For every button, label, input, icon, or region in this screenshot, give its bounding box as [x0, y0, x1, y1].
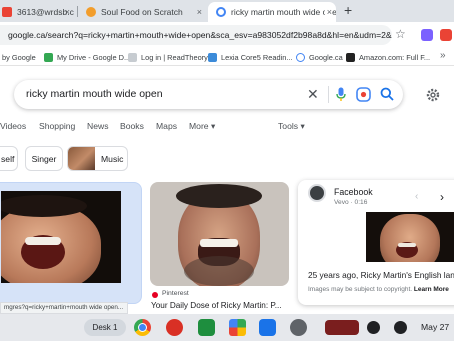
screen-record-icon[interactable] [367, 321, 380, 334]
extension-icon[interactable] [421, 29, 433, 41]
chip-music[interactable]: Music [67, 146, 128, 171]
status-url-text: mgres?q=ricky+martin+mouth wide open... [4, 304, 124, 311]
bookmark-item[interactable]: Lexia Core5 Readin... [208, 51, 293, 63]
copyright-text: Images may be subject to copyright. [308, 286, 413, 293]
copyright-notice: Images may be subject to copyright. Lear… [308, 286, 449, 293]
lexia-icon [208, 52, 217, 62]
bookmark-item[interactable]: Google.ca [296, 51, 343, 63]
settings-icon[interactable] [290, 319, 307, 336]
bookmark-item[interactable]: by Google [2, 51, 36, 63]
chip-self[interactable]: self [0, 146, 18, 171]
tab-separator [77, 6, 78, 17]
search-box[interactable]: ricky martin mouth wide open ✕ [14, 80, 403, 109]
tab-shopping[interactable]: Shopping [39, 121, 75, 131]
chip-label: Singer [31, 153, 57, 164]
taskbar: Desk 1 May 27 [0, 314, 454, 341]
clear-icon[interactable]: ✕ [307, 86, 319, 103]
tab-strip: 3613@wrdsb.ca × Soul Food on Scratch × r… [0, 0, 454, 22]
toolbar: google.ca/search?q=ricky+martin+mouth+wi… [0, 22, 454, 48]
facebook-icon [308, 184, 326, 202]
close-icon[interactable]: × [197, 7, 202, 17]
preview-panel: Facebook Vevo · 0:16 ‹ › 25 years ago, R… [298, 180, 454, 305]
bookmark-label: My Drive - Google D... [57, 52, 131, 62]
tab-label: ricky martin mouth wide ope [231, 7, 336, 17]
bookmark-item[interactable]: My Drive - Google D... [44, 51, 130, 63]
preview-caption: 25 years ago, Ricky Martin's English lan… [308, 270, 454, 280]
search-icon[interactable] [380, 87, 394, 101]
tools-button[interactable]: Tools ▾ [278, 121, 305, 132]
chip-singer[interactable]: Singer [25, 146, 63, 171]
google-icon [296, 52, 305, 62]
bookmark-label: Log in | ReadTheory [141, 52, 208, 62]
play-store-icon[interactable] [229, 319, 246, 336]
result-thumbnail [150, 182, 289, 286]
bookmark-label: Google.ca [309, 52, 343, 62]
address-bar[interactable]: google.ca/search?q=ricky+martin+mouth+wi… [0, 25, 392, 45]
bookmarks-bar: by Google My Drive - Google D... Log in … [0, 48, 454, 66]
next-arrow-icon[interactable]: › [440, 190, 444, 204]
tab-google-search[interactable]: ricky martin mouth wide ope × [208, 2, 336, 22]
close-icon[interactable]: × [324, 7, 332, 17]
chip-label: Music [101, 153, 124, 164]
bookmark-label: Lexia Core5 Readin... [221, 52, 293, 62]
preview-source[interactable]: Facebook [334, 187, 373, 197]
microphone-icon[interactable] [336, 87, 346, 102]
preview-subtitle: Vevo · 0:16 [334, 199, 368, 206]
more-bookmarks-icon[interactable]: » [440, 50, 446, 61]
search-query[interactable]: ricky martin mouth wide open [26, 88, 163, 100]
gmail-icon [2, 7, 12, 17]
tab-news[interactable]: News [87, 121, 109, 131]
tab-email[interactable]: 3613@wrdsb.ca × [0, 2, 74, 22]
learn-more-link[interactable]: Learn More [414, 286, 449, 293]
divider [328, 86, 329, 103]
result-thumbnail [1, 191, 121, 283]
chrome-icon[interactable] [134, 319, 151, 336]
roblox-icon[interactable] [325, 320, 359, 335]
settings-gear-icon[interactable] [426, 88, 440, 102]
stop-icon[interactable] [394, 321, 407, 334]
new-tab-button[interactable]: + [344, 2, 352, 18]
image-result[interactable]: Pinterest Your Daily Dose of Ricky Marti… [150, 182, 290, 312]
tab-maps[interactable]: Maps [156, 121, 177, 131]
bookmark-item[interactable]: Amazon.com: Full F... [346, 51, 430, 63]
desk-button[interactable]: Desk 1 [84, 319, 126, 336]
lens-icon[interactable] [356, 87, 371, 102]
tab-books[interactable]: Books [120, 121, 144, 131]
tab-soul-food[interactable]: Soul Food on Scratch × [80, 2, 206, 22]
amazon-icon [346, 52, 355, 62]
extension-puzzle-icon[interactable] [440, 29, 452, 41]
pinterest-icon [152, 292, 158, 298]
chip-label: self [1, 153, 15, 164]
image-result-selected[interactable] [0, 182, 142, 304]
files-icon[interactable] [259, 319, 276, 336]
tab-more[interactable]: More ▾ [189, 121, 215, 132]
result-title[interactable]: Your Daily Dose of Ricky Martin: P... [151, 301, 282, 310]
bookmark-label: by Google [2, 52, 36, 62]
result-source: Pinterest [162, 290, 189, 297]
drive-icon [44, 52, 53, 62]
classroom-icon[interactable] [198, 319, 215, 336]
desk-label: Desk 1 [92, 323, 118, 332]
bookmark-item[interactable]: Log in | ReadTheory [128, 51, 208, 63]
chip-thumbnail [68, 147, 95, 170]
url-text: google.ca/search?q=ricky+martin+mouth+wi… [8, 30, 392, 40]
scratch-icon [86, 7, 96, 17]
bookmark-star-icon[interactable]: ☆ [395, 27, 406, 41]
google-icon [216, 7, 226, 17]
tab-videos[interactable]: Videos [0, 121, 26, 131]
tab-label: Soul Food on Scratch [101, 7, 183, 17]
preview-image[interactable] [366, 212, 454, 262]
status-url: mgres?q=ricky+martin+mouth wide open... [0, 302, 128, 314]
previous-arrow-icon[interactable]: ‹ [415, 191, 418, 202]
app-icon-red[interactable] [166, 319, 183, 336]
page-icon [128, 52, 137, 62]
bookmark-label: Amazon.com: Full F... [359, 52, 431, 62]
close-icon[interactable]: × [65, 7, 70, 17]
date-label[interactable]: May 27 [421, 322, 449, 332]
